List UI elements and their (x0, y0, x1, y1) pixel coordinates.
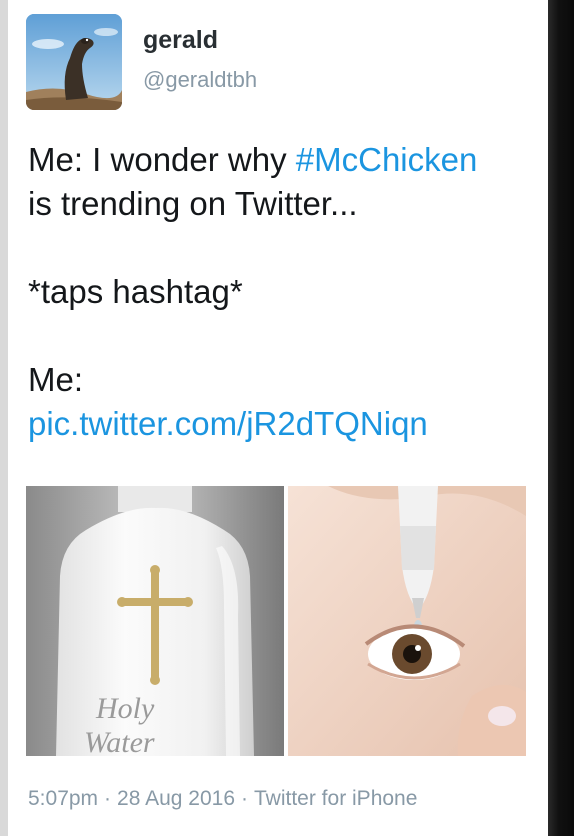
water-label: Water (84, 726, 155, 756)
pic-link[interactable]: pic.twitter.com/jR2dTQNiqn (28, 402, 538, 446)
meta-separator: · (241, 787, 248, 810)
tweet-line-4: Me: (28, 361, 84, 398)
sea-lion-avatar-icon (26, 14, 122, 110)
eye-drops-icon (288, 486, 526, 756)
holy-label: Holy (95, 692, 155, 725)
left-edge (0, 0, 8, 836)
eye-drops-image[interactable] (288, 486, 526, 756)
holy-water-bottle-icon: Holy Water (26, 486, 284, 756)
tweet-card: gerald @geraldtbh Me: I wonder why #McCh… (8, 0, 548, 836)
tweet-time[interactable]: 5:07pm (28, 787, 98, 811)
tweet-line-2: is trending on Twitter... (28, 185, 358, 222)
media-attachment[interactable]: Holy Water (26, 486, 526, 756)
tweet-meta: 5:07pm · 28 Aug 2016 · Twitter for iPhone (28, 787, 417, 811)
tweet-text: Me: I wonder why #McChicken is trending … (28, 138, 538, 446)
tweet-line-1-text: Me: I wonder why (28, 141, 296, 178)
holy-water-image[interactable]: Holy Water (26, 486, 284, 756)
hashtag-link[interactable]: #McChicken (296, 141, 478, 178)
author-handle[interactable]: @geraldtbh (143, 67, 257, 93)
tweet-date[interactable]: 28 Aug 2016 (117, 787, 235, 811)
background-right-edge (548, 0, 574, 836)
tweet-line-3: *taps hashtag* (28, 273, 243, 310)
author-name[interactable]: gerald (143, 26, 218, 55)
tweet-source[interactable]: Twitter for iPhone (254, 787, 417, 811)
tweet-line-1: Me: I wonder why #McChicken (28, 138, 538, 182)
avatar[interactable] (26, 14, 122, 110)
meta-separator: · (104, 787, 112, 810)
